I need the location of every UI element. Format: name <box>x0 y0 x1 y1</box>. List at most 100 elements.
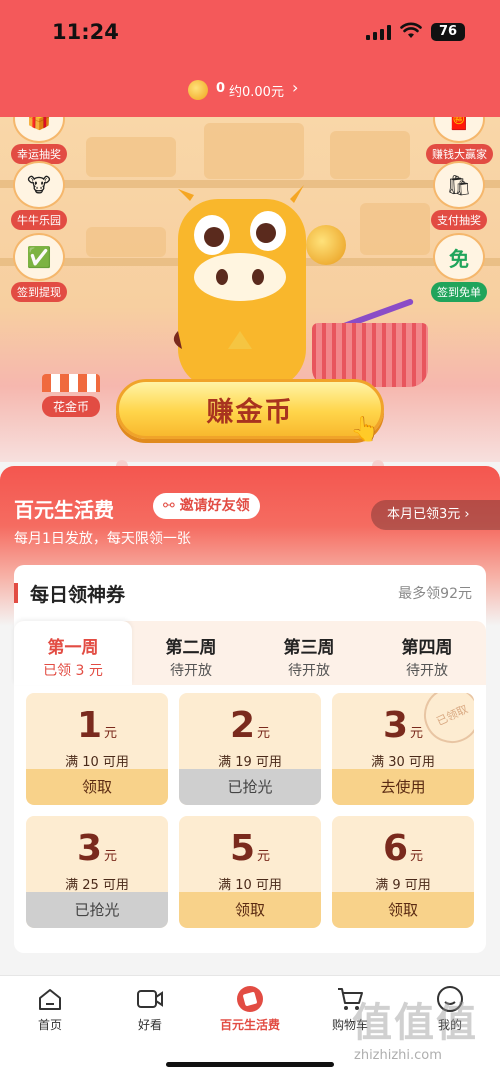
tab-week-label: 第一周 <box>47 638 99 658</box>
use-coupon-button[interactable]: 去使用 <box>332 769 474 805</box>
shop-awning-icon <box>42 374 100 392</box>
tab-week-label: 第三周 <box>283 638 335 658</box>
coupon-amount: 5元 <box>229 828 271 869</box>
shelf-item <box>204 123 304 179</box>
calendar-check-icon: ✅ <box>13 233 65 281</box>
coin-count: 0 <box>216 81 226 96</box>
checkin-withdraw-label: 签到提现 <box>11 282 67 302</box>
share-icon: ⚯ <box>163 498 180 514</box>
coupon-amount: 1元 <box>76 705 118 746</box>
coupon-amount: 3元 <box>382 705 424 746</box>
daily-coupons-card: 每日领神券 最多领92元 第一周 已领 3 元 第二周 待开放 第三周 待开放 … <box>14 565 486 953</box>
tab-week-1[interactable]: 第一周 已领 3 元 <box>14 621 132 685</box>
invite-friends-label: 邀请好友领 <box>179 498 250 514</box>
cow-park-button[interactable]: 🐮 牛牛乐园 <box>6 161 72 230</box>
tab-week-3[interactable]: 第三周 待开放 <box>250 621 368 685</box>
coupon-condition: 满 9 可用 <box>375 878 431 893</box>
section-title: 百元生活费 <box>14 498 114 522</box>
nav-label: 好看 <box>137 1018 162 1032</box>
claim-coupon-button[interactable]: 领取 <box>26 769 168 805</box>
shelf-item <box>86 227 166 257</box>
status-bar: 11:24 76 <box>0 0 500 70</box>
coupon-amount: 6元 <box>382 828 424 869</box>
coupon-amount: 2元 <box>229 705 271 746</box>
earn-winner-button[interactable]: 🧧 赚钱大赢家 <box>426 117 493 164</box>
checkin-withdraw-button[interactable]: ✅ 签到提现 <box>6 233 72 302</box>
sold-out-button: 已抢光 <box>179 769 321 805</box>
battery-icon: 76 <box>431 23 465 41</box>
checkin-free-label: 签到免单 <box>431 282 487 302</box>
tab-week-label: 第二周 <box>165 638 217 658</box>
lucky-draw-button[interactable]: 🎁 幸运抽奖 <box>6 117 72 164</box>
claim-coupon-button[interactable]: 领取 <box>332 892 474 928</box>
coupon-amount: 3元 <box>76 828 118 869</box>
coupon-card: 6元 满 9 可用 领取 <box>332 816 474 928</box>
daily-coupons-title: 每日领神券 <box>30 584 126 606</box>
tab-week-status: 待开放 <box>288 663 330 679</box>
watermark: 值值值 <box>352 1000 478 1046</box>
title-accent-bar <box>14 583 18 603</box>
nav-living-allowance[interactable]: 百元生活费 <box>200 986 300 1033</box>
red-envelope-icon: 🧧 <box>433 117 485 143</box>
tab-week-status: 已领 3 元 <box>43 663 103 679</box>
video-icon <box>136 986 164 1012</box>
tab-week-status: 待开放 <box>406 663 448 679</box>
month-claimed-button[interactable]: 本月已领3元 › <box>371 500 500 530</box>
nav-home[interactable]: 首页 <box>0 986 100 1033</box>
coupon-card: 3元 满 25 可用 已抢光 <box>26 816 168 928</box>
week-tabs: 第一周 已领 3 元 第二周 待开放 第三周 待开放 第四周 待开放 <box>14 621 486 685</box>
coupon-badge-icon <box>236 986 264 1012</box>
coupon-condition: 满 30 可用 <box>371 755 435 770</box>
tab-week-label: 第四周 <box>401 638 453 658</box>
nav-videos[interactable]: 好看 <box>100 986 200 1033</box>
free-receipt-icon: 免 <box>433 233 485 281</box>
pay-draw-button[interactable]: 🛍 支付抽奖 <box>426 161 492 230</box>
shelf-item <box>360 203 430 255</box>
coupon-card: 1元 满 10 可用 领取 <box>26 693 168 805</box>
checkin-free-button[interactable]: 免 签到免单 <box>426 233 492 302</box>
chevron-right-icon: › <box>292 78 299 97</box>
coupon-condition: 满 19 可用 <box>218 755 282 770</box>
coupon-card: 2元 满 19 可用 已抢光 <box>179 693 321 805</box>
tab-week-2[interactable]: 第二周 待开放 <box>132 621 250 685</box>
coin-balance-bar[interactable]: 0 约0.00元 › <box>0 70 500 117</box>
pay-draw-label: 支付抽奖 <box>431 210 487 230</box>
living-allowance-section: 百元生活费 ⚯ 邀请好友领 每月1日发放，每天限领一张 本月已领3元 › 每日领… <box>0 466 500 986</box>
spend-coins-label: 花金币 <box>42 396 100 417</box>
pointing-hand-icon: 👆 <box>350 415 380 443</box>
section-subtitle: 每月1日发放，每天限领一张 <box>14 531 191 547</box>
shelf-item <box>86 137 176 177</box>
nav-label: 首页 <box>37 1018 62 1032</box>
coupon-condition: 满 25 可用 <box>65 878 129 893</box>
cow-mascot-illustration <box>173 185 306 389</box>
spend-coins-button[interactable]: 花金币 <box>42 374 100 417</box>
invite-friends-button[interactable]: ⚯ 邀请好友领 <box>153 493 260 519</box>
shopping-basket-illustration <box>312 323 428 387</box>
cow-face-icon: 🐮 <box>13 161 65 209</box>
tab-week-status: 待开放 <box>170 663 212 679</box>
coupon-card: 5元 满 10 可用 领取 <box>179 816 321 928</box>
shelf-item <box>330 131 410 179</box>
cow-park-label: 牛牛乐园 <box>11 210 67 230</box>
gift-icon: 🎁 <box>13 117 65 143</box>
cellular-signal-icon <box>366 24 392 40</box>
earn-coins-button[interactable]: 赚金币 <box>116 379 384 439</box>
shopping-bag-icon: 🛍 <box>433 161 485 209</box>
claim-coupon-button[interactable]: 领取 <box>179 892 321 928</box>
wifi-icon <box>400 22 422 38</box>
nav-label: 百元生活费 <box>219 1018 280 1032</box>
hero-banner: 🎁 幸运抽奖 🐮 牛牛乐园 ✅ 签到提现 🧧 赚钱大赢家 🛍 支付抽奖 免 签到… <box>0 117 500 462</box>
tab-week-4[interactable]: 第四周 待开放 <box>368 621 486 685</box>
watermark-url: zhizhizhi.com <box>354 1048 442 1063</box>
coupon-condition: 满 10 可用 <box>65 755 129 770</box>
status-time: 11:24 <box>52 20 119 44</box>
home-icon <box>36 986 64 1012</box>
coin-value: 约0.00元 <box>229 85 284 100</box>
home-indicator[interactable] <box>166 1062 334 1067</box>
gold-coin-icon <box>188 80 208 100</box>
coupon-card: 已领取 3元 满 30 可用 去使用 <box>332 693 474 805</box>
max-claim-label: 最多领92元 <box>398 586 472 602</box>
sold-out-button: 已抢光 <box>26 892 168 928</box>
coupon-condition: 满 10 可用 <box>218 878 282 893</box>
gold-coin-icon <box>306 225 346 265</box>
